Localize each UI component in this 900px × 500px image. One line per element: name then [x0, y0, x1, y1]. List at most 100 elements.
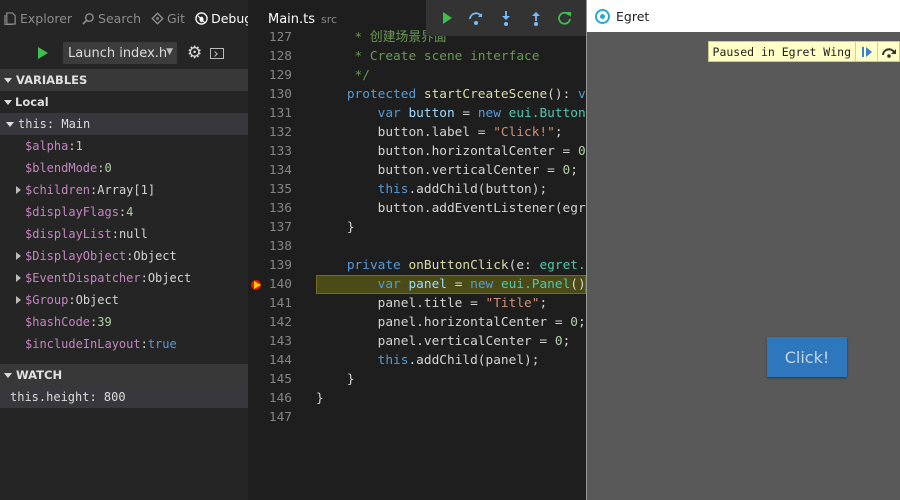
console-icon[interactable] — [210, 47, 225, 59]
variable-row[interactable]: $hashCode: 39 — [0, 311, 248, 333]
code-token: () — [570, 277, 586, 292]
line-number: 132 — [268, 125, 292, 140]
code-line[interactable]: 129 */ — [248, 66, 586, 85]
explorer-tab[interactable]: Explorer — [4, 11, 72, 26]
code-line[interactable]: 131 var button = new eui.Button — [248, 104, 586, 123]
code-line[interactable]: 138 — [248, 237, 586, 256]
code-token: button — [408, 106, 455, 121]
variables-section-header[interactable]: VARIABLES — [0, 69, 248, 91]
debug-label: Debug — [211, 10, 248, 26]
step-into-button[interactable] — [496, 8, 516, 28]
variable-row[interactable]: $EventDispatcher: Object — [0, 267, 248, 289]
play-icon[interactable] — [38, 47, 48, 59]
variable-row[interactable]: $DisplayObject: Object — [0, 245, 248, 267]
watch-section-header[interactable]: WATCH — [0, 364, 248, 386]
code-line[interactable]: 141 panel.title = "Title"; — [248, 294, 586, 313]
variable-separator: : — [90, 183, 98, 197]
variable-value: Object — [75, 293, 119, 307]
activity-bar: Explorer Search Git Debug — [0, 0, 248, 36]
watch-expression-row[interactable]: this.height: 800 — [0, 386, 248, 408]
variable-value: 4 — [126, 205, 134, 219]
code-line[interactable]: 133 button.horizontalCenter = 0 — [248, 142, 586, 161]
search-icon — [82, 12, 94, 25]
variable-row[interactable]: $displayFlags: 4 — [0, 201, 248, 223]
code-line[interactable]: 140 var panel = new eui.Panel() — [248, 275, 586, 294]
chevron-right-icon[interactable] — [16, 186, 21, 194]
variable-row[interactable]: $alpha: 1 — [0, 135, 248, 157]
code-text: panel.title = "Title"; — [316, 294, 548, 313]
search-tab[interactable]: Search — [82, 11, 141, 26]
code-token: .addChild(panel); — [408, 353, 540, 368]
code-line[interactable]: 132 button.label = "Click!"; — [248, 123, 586, 142]
launch-config-select[interactable]: Launch index.h ▼ — [63, 42, 177, 64]
launch-bar: Launch index.h ▼ ⚙ — [0, 36, 248, 70]
step-over-small-icon — [881, 47, 896, 58]
code-line[interactable]: 147 — [248, 408, 586, 427]
explorer-label: Explorer — [20, 10, 73, 26]
line-number: 136 — [268, 201, 292, 216]
code-text: panel.horizontalCenter = 0; — [316, 313, 586, 332]
code-token: ; — [562, 334, 571, 349]
this-variable-row[interactable]: this: Main — [0, 113, 248, 135]
code-token: .addChild(button); — [408, 182, 548, 197]
code-text: button.verticalCenter = 0; — [316, 161, 578, 180]
variable-separator: : — [126, 249, 134, 263]
variable-row[interactable]: $Group: Object — [0, 289, 248, 311]
variable-row[interactable]: $includeInLayout: true — [0, 333, 248, 355]
resume-button[interactable] — [855, 42, 877, 61]
variable-separator: : — [118, 205, 127, 219]
code-token: protected — [346, 87, 424, 102]
step-out-button[interactable] — [526, 8, 546, 28]
debug-sidebar: Explorer Search Git Debug Launch index.h… — [0, 0, 248, 500]
bug-icon — [195, 11, 208, 25]
code-line[interactable]: 144 this.addChild(panel); — [248, 351, 586, 370]
code-line[interactable]: 139 private onButtonClick(e: egret. — [248, 256, 586, 275]
variable-value: 1 — [75, 139, 83, 153]
restart-icon — [558, 11, 572, 25]
egret-preview-window: Egret Paused in Egret Wing Click! — [586, 0, 900, 500]
chevron-down-icon — [4, 372, 12, 378]
code-line[interactable]: 135 this.addChild(button); — [248, 180, 586, 199]
code-line[interactable]: 130 protected startCreateScene(): v — [248, 85, 586, 104]
code-text: * Create scene interface — [316, 47, 540, 66]
editor-tab-title[interactable]: Main.ts — [268, 12, 315, 27]
chevron-right-icon[interactable] — [16, 274, 21, 282]
code-token: private — [346, 258, 409, 273]
code-line[interactable]: 134 button.verticalCenter = 0; — [248, 161, 586, 180]
variable-value: Object — [133, 249, 177, 263]
code-token: "Title" — [485, 296, 540, 311]
code-line[interactable]: 128 * Create scene interface — [248, 47, 586, 66]
code-line[interactable]: 143 panel.verticalCenter = 0; — [248, 332, 586, 351]
chevron-down-icon: ▼ — [166, 47, 173, 57]
code-token: v — [577, 87, 586, 102]
step-over-small-button[interactable] — [877, 42, 899, 61]
preview-title: Egret — [616, 8, 650, 24]
code-token: button.addEventListener(egr — [316, 201, 586, 216]
code-area[interactable]: 127 * 创建场景界面 128 * Create scene interface… — [248, 28, 586, 427]
code-text: } — [316, 389, 324, 408]
restart-button[interactable] — [555, 8, 575, 28]
variable-value: null — [118, 227, 148, 241]
code-line[interactable]: 142 panel.horizontalCenter = 0; — [248, 313, 586, 332]
variable-row[interactable]: $children: Array[1] — [0, 179, 248, 201]
chevron-right-icon[interactable] — [16, 252, 21, 260]
variable-row[interactable]: $displayList: null — [0, 223, 248, 245]
scope-local[interactable]: Local — [0, 91, 248, 113]
code-token: new — [470, 277, 501, 292]
variable-row[interactable]: $blendMode: 0 — [0, 157, 248, 179]
code-line[interactable]: 136 button.addEventListener(egr — [248, 199, 586, 218]
git-tab[interactable]: Git — [151, 11, 185, 26]
debug-tab[interactable]: Debug — [195, 11, 248, 26]
chevron-right-icon[interactable] — [16, 296, 21, 304]
code-editor: Main.ts src 127 * 创建场景界面 128 * Create sce… — [248, 0, 586, 500]
gear-icon[interactable]: ⚙ — [187, 44, 202, 62]
code-line[interactable]: 145 } — [248, 370, 586, 389]
step-over-button[interactable] — [466, 8, 486, 28]
click-button[interactable]: Click! — [767, 337, 847, 377]
code-line[interactable]: 146} — [248, 389, 586, 408]
code-text: this.addChild(button); — [316, 180, 548, 199]
code-line[interactable]: 137 } — [248, 218, 586, 237]
variable-value: 0 — [104, 161, 112, 175]
code-token: panel.horizontalCenter = — [316, 315, 571, 330]
continue-button[interactable] — [437, 8, 457, 28]
